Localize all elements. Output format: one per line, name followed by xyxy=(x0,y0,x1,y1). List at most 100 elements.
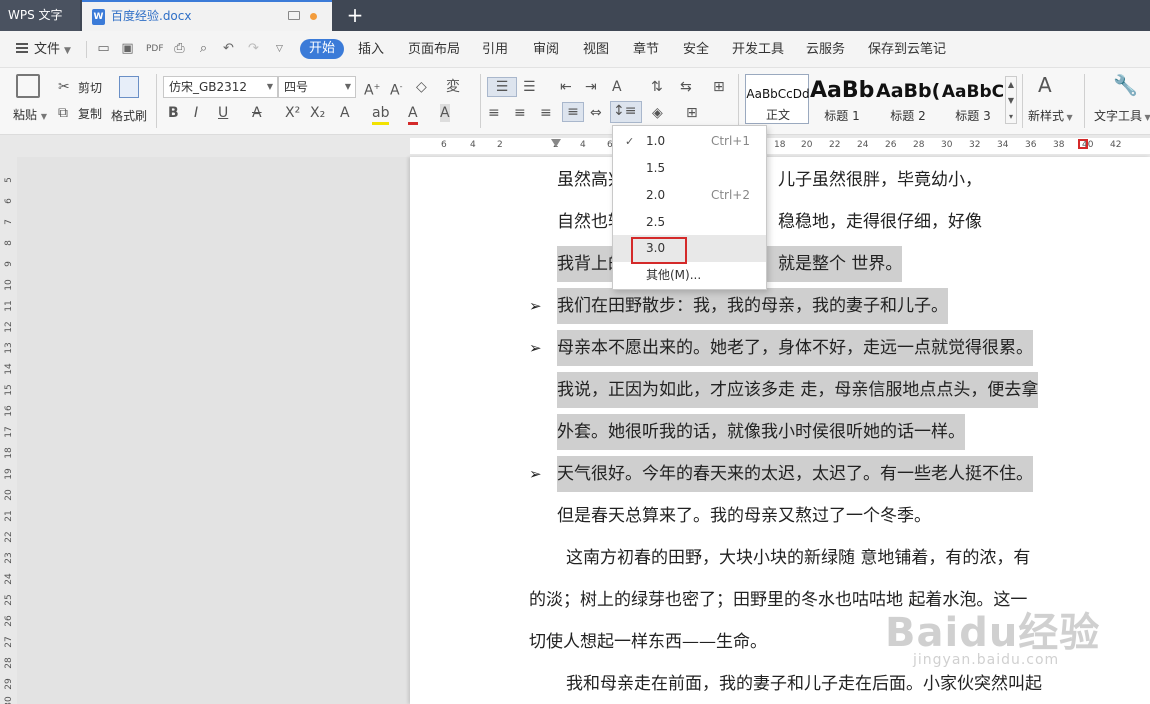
numbered-list-icon[interactable]: ☰ xyxy=(523,78,536,96)
style-normal[interactable]: AaBbCcDd 正文 xyxy=(745,74,810,124)
text-line[interactable]: 我说，正因为如此，才应该多走 走，母亲信服地点点头，便去拿 xyxy=(557,372,1039,408)
text-line[interactable]: 天气很好。今年的春天来的太迟，太迟了。有一些老人挺不住。 xyxy=(557,456,1033,492)
paste-icon[interactable] xyxy=(16,74,40,98)
font-name-select[interactable]: 仿宋_GB2312 ▼ xyxy=(163,76,278,98)
document-tab-label: 百度经验.docx xyxy=(111,9,192,23)
text-line[interactable]: 母亲本不愿出来的。她老了，身体不好，走远一点就觉得很累。 xyxy=(557,330,1033,366)
menu-review[interactable]: 审阅 xyxy=(533,31,559,68)
bullet-arrow-icon: ➢ xyxy=(529,297,542,315)
cut-icon[interactable]: ✂ xyxy=(58,78,70,96)
save-icon[interactable]: ▣ xyxy=(120,42,135,56)
style-heading-1[interactable]: AaBb 标题 1 xyxy=(810,74,874,124)
clear-format-icon[interactable]: ◇ xyxy=(416,78,427,96)
file-menu[interactable]: 文件 ▼ xyxy=(34,31,71,70)
tab-icon[interactable]: ⊞ xyxy=(713,78,725,96)
show-marks-icon[interactable]: ⇆ xyxy=(680,78,692,96)
print-preview-icon[interactable]: ⌕ xyxy=(196,42,211,56)
format-painter-icon[interactable] xyxy=(119,76,139,98)
text-tools-button[interactable]: 文字工具 ▼ xyxy=(1094,107,1150,124)
sort-icon[interactable]: ⇅ xyxy=(651,78,663,96)
copy-button[interactable]: 复制 xyxy=(78,105,102,122)
right-indent-marker-icon[interactable] xyxy=(1078,139,1088,149)
char-shading-icon[interactable]: A xyxy=(440,104,450,122)
phonetic-icon[interactable]: 変 xyxy=(446,78,460,96)
customize-icon[interactable]: ▽ xyxy=(272,42,287,56)
decrease-indent-icon[interactable]: ⇤ xyxy=(560,78,572,96)
menu-view[interactable]: 视图 xyxy=(583,31,609,68)
bold-icon[interactable]: B xyxy=(168,104,179,122)
strikethrough-icon[interactable]: A xyxy=(252,104,262,122)
align-left-icon[interactable]: ≡ xyxy=(488,104,500,122)
shading-icon[interactable]: ◈ xyxy=(652,104,663,122)
text-direction-icon[interactable]: A xyxy=(612,78,622,96)
indent-marker-icon[interactable] xyxy=(551,139,561,147)
monitor-icon[interactable] xyxy=(288,11,300,20)
menu-references[interactable]: 引用 xyxy=(482,31,508,68)
line-spacing-icon: ↕≡ xyxy=(613,103,637,119)
style-heading-3[interactable]: AaBbC 标题 3 xyxy=(941,74,1005,124)
copy-icon[interactable]: ⧉ xyxy=(58,104,68,122)
justify-icon[interactable]: ≡ xyxy=(562,102,584,122)
text-line[interactable]: 我们在田野散步：我，我的母亲，我的妻子和儿子。 xyxy=(557,288,948,324)
text-tools-icon[interactable]: 🔧 xyxy=(1113,75,1138,95)
text-line[interactable]: 外套。她很听我的话，就像我小时侯很听她的话一样。 xyxy=(557,414,965,450)
print-icon[interactable]: ⎙ xyxy=(172,42,187,56)
open-icon[interactable]: ▭ xyxy=(96,42,111,56)
line-spacing-option-2-0[interactable]: 2.0 Ctrl+2 xyxy=(613,182,766,209)
format-painter-button[interactable]: 格式刷 xyxy=(111,107,147,124)
line-spacing-option-2-5[interactable]: 2.5 xyxy=(613,209,766,236)
baidu-watermark: Baidu经验 jingyan.baidu.com xyxy=(885,610,1101,668)
bullet-arrow-icon: ➢ xyxy=(529,339,542,357)
font-color-icon[interactable]: A xyxy=(408,104,418,125)
redo-icon[interactable]: ↷ xyxy=(246,42,261,56)
document-tab[interactable]: W 百度经验.docx xyxy=(82,0,332,31)
menu-icon[interactable] xyxy=(16,43,28,53)
line-spacing-option-1-0[interactable]: ✓ 1.0 Ctrl+1 xyxy=(613,128,766,155)
text-line[interactable]: 但是春天总算来了。我的母亲又熬过了一个冬季。 xyxy=(557,498,931,534)
highlight-box xyxy=(631,237,687,264)
borders-icon[interactable]: ⊞ xyxy=(686,104,698,122)
grow-font-icon[interactable]: A+ xyxy=(364,78,380,100)
style-heading-2[interactable]: AaBb( 标题 2 xyxy=(876,74,940,124)
paste-button[interactable]: 粘贴 ▼ xyxy=(13,106,47,123)
new-style-button[interactable]: 新样式 ▼ xyxy=(1028,107,1073,124)
menu-chapter[interactable]: 章节 xyxy=(633,31,659,68)
unsaved-dot-icon xyxy=(310,13,317,20)
ribbon-toolbar: 粘贴 ▼ ✂ 剪切 ⧉ 复制 格式刷 仿宋_GB2312 ▼ 四号 ▼ A+ A- … xyxy=(0,68,1150,135)
text-line[interactable]: 这南方初春的田野，大块小块的新绿随 意地铺着，有的浓，有 xyxy=(566,540,1030,576)
line-spacing-menu: ✓ 1.0 Ctrl+1 1.5 2.0 Ctrl+2 2.5 3.0 其他(M… xyxy=(612,125,767,290)
new-style-icon[interactable]: A xyxy=(1038,75,1052,95)
menu-developer[interactable]: 开发工具 xyxy=(732,31,784,68)
bullet-list-icon[interactable]: ☰ xyxy=(487,77,517,97)
increase-indent-icon[interactable]: ⇥ xyxy=(585,78,597,96)
check-icon: ✓ xyxy=(625,135,635,148)
superscript-icon[interactable]: X² xyxy=(285,104,300,122)
text-line[interactable]: 切使人想起一样东西——生命。 xyxy=(529,624,767,660)
line-spacing-option-3-0[interactable]: 3.0 xyxy=(613,235,766,264)
font-size-select[interactable]: 四号 ▼ xyxy=(278,76,356,98)
line-spacing-option-1-5[interactable]: 1.5 xyxy=(613,155,766,182)
italic-icon[interactable]: I xyxy=(194,104,198,122)
styles-scroll-icon[interactable]: ▲ ▼ ▾ xyxy=(1005,76,1017,124)
menu-security[interactable]: 安全 xyxy=(683,31,709,68)
menu-bar: 文件 ▼ ▭ ▣ PDF ⎙ ⌕ ↶ ↷ ▽ 开始 插入 页面布局 引用 审阅 视… xyxy=(0,31,1150,68)
menu-save-cloud-notes[interactable]: 保存到云笔记 xyxy=(868,31,946,68)
underline-icon[interactable]: U xyxy=(218,104,228,122)
menu-cloud[interactable]: 云服务 xyxy=(806,31,845,68)
text-effect-icon[interactable]: A xyxy=(340,104,350,122)
undo-icon[interactable]: ↶ xyxy=(221,42,236,56)
highlight-icon[interactable]: ab xyxy=(372,104,390,125)
menu-insert[interactable]: 插入 xyxy=(358,31,384,68)
distributed-icon[interactable]: ⇔ xyxy=(590,104,602,122)
new-tab-button[interactable]: + xyxy=(344,3,366,27)
pdf-icon[interactable]: PDF xyxy=(146,42,164,56)
app-tab[interactable]: WPS 文字 xyxy=(0,0,80,31)
cut-button[interactable]: 剪切 xyxy=(78,79,102,96)
align-center-icon[interactable]: ≡ xyxy=(514,104,526,122)
line-spacing-option-other[interactable]: 其他(M)... xyxy=(613,262,766,289)
subscript-icon[interactable]: X₂ xyxy=(310,104,325,122)
shrink-font-icon[interactable]: A- xyxy=(390,78,402,100)
menu-home[interactable]: 开始 xyxy=(300,39,345,59)
align-right-icon[interactable]: ≡ xyxy=(540,104,552,122)
menu-page-layout[interactable]: 页面布局 xyxy=(408,31,460,68)
